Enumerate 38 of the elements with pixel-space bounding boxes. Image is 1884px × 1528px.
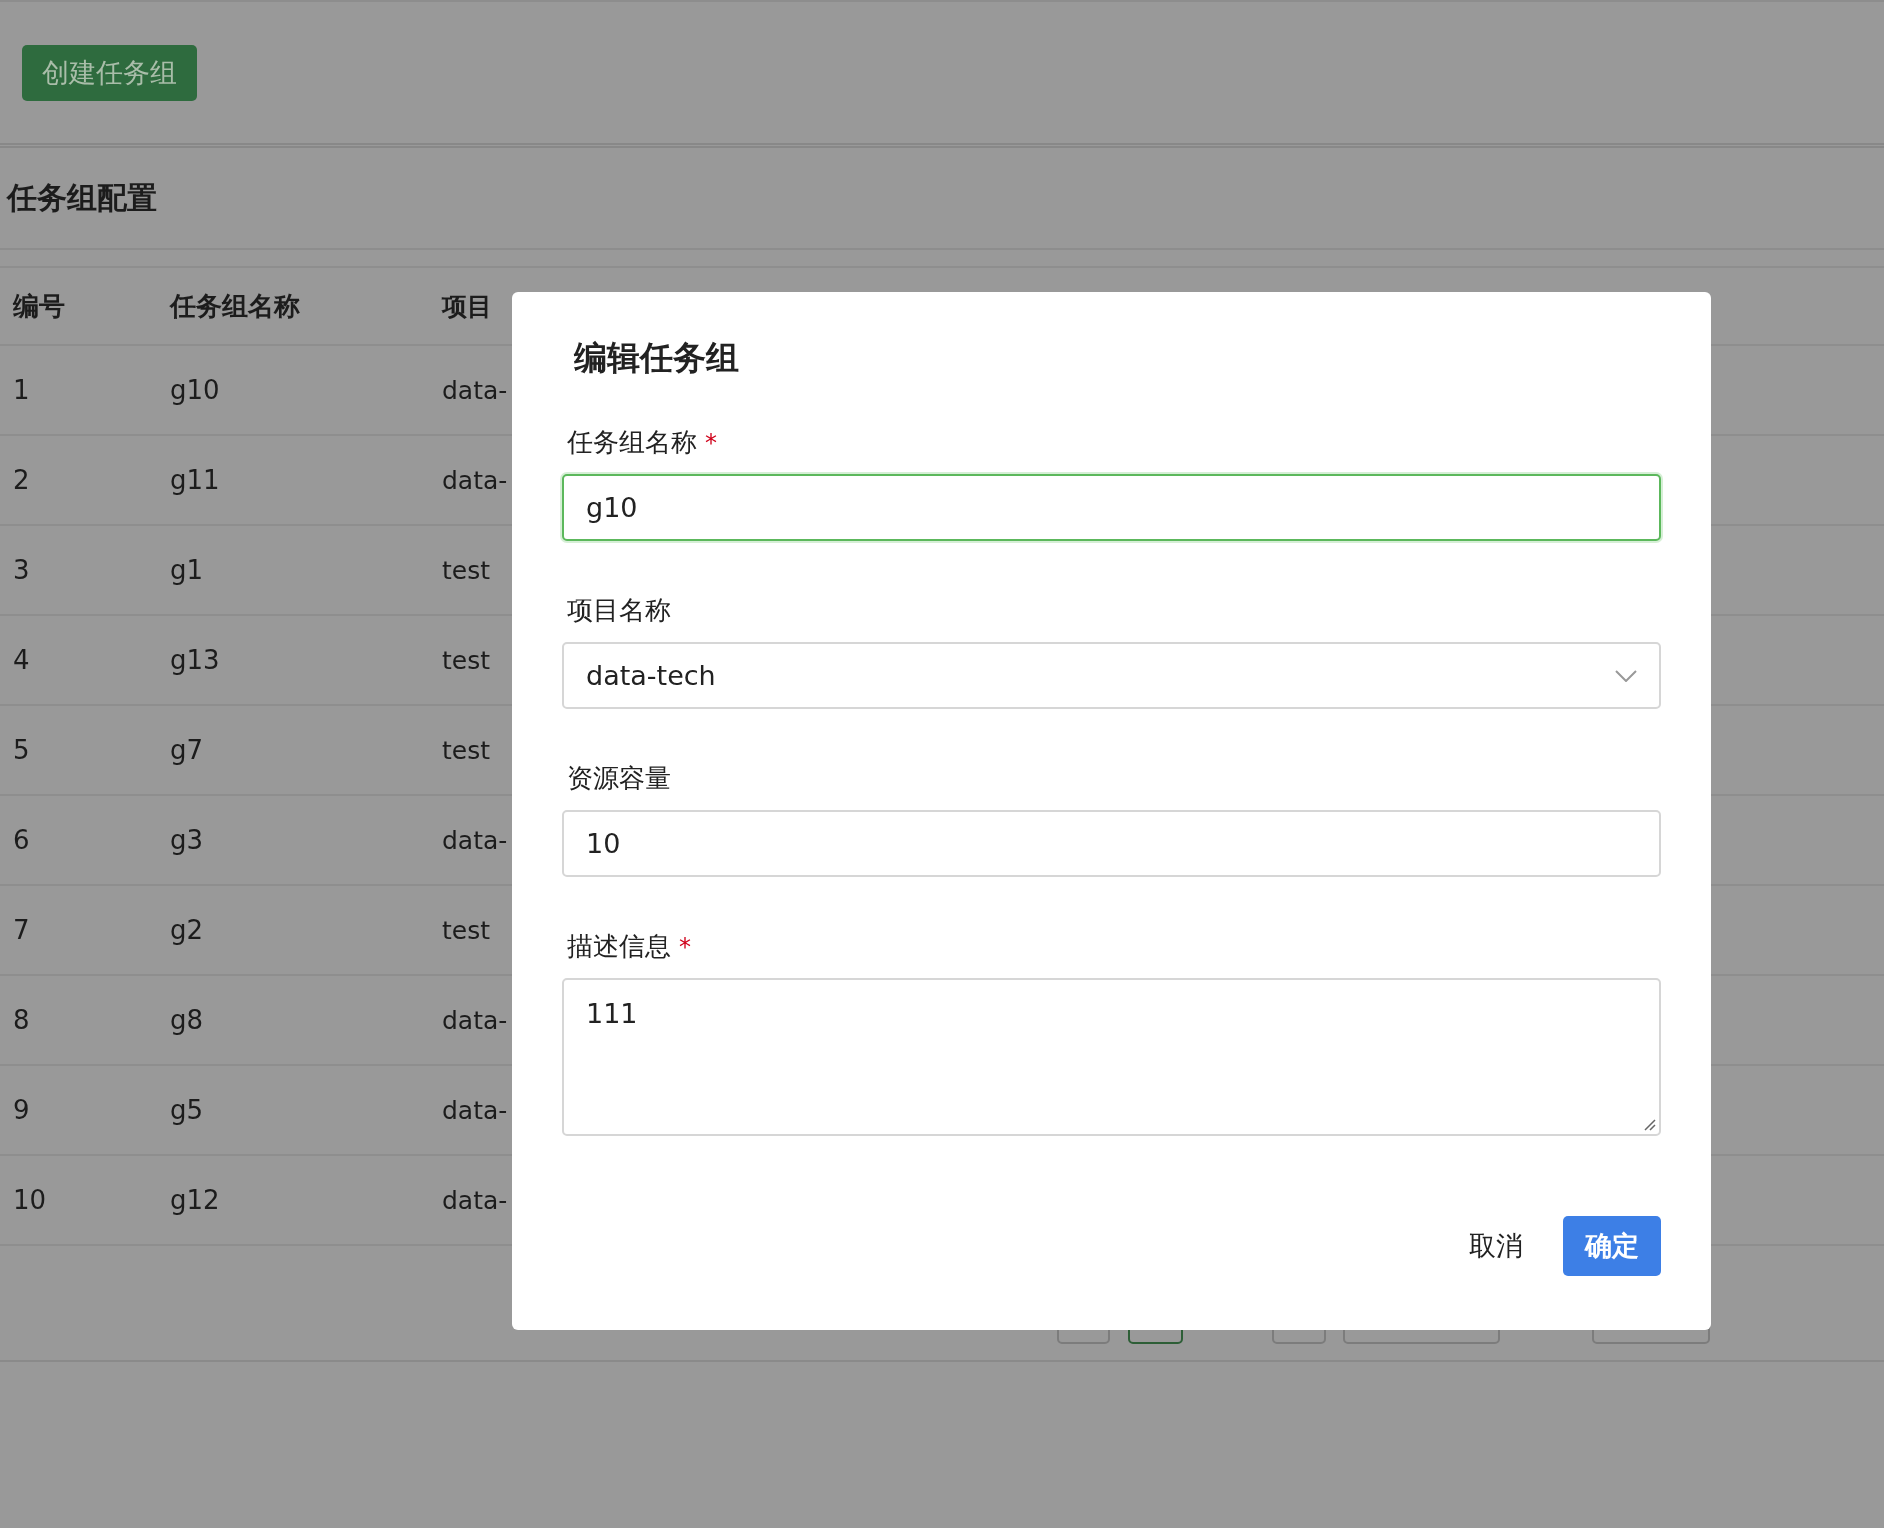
- confirm-button[interactable]: 确定: [1563, 1216, 1661, 1276]
- field-label: 任务组名称: [567, 426, 697, 459]
- select-field[interactable]: data-tech: [562, 642, 1661, 709]
- field-label: 项目名称: [567, 594, 671, 627]
- table-cell: 3: [0, 525, 157, 615]
- table-cell: 8: [0, 975, 157, 1065]
- textarea-field[interactable]: 111: [562, 978, 1661, 1136]
- dialog-title: 编辑任务组: [574, 337, 739, 379]
- table-cell: 6: [0, 795, 157, 885]
- table-cell: g8: [157, 975, 442, 1065]
- column-header: 任务组名称: [157, 267, 442, 345]
- input-field[interactable]: 10: [562, 810, 1661, 877]
- table-cell: g13: [157, 615, 442, 705]
- table-cell: g11: [157, 435, 442, 525]
- table-cell: g7: [157, 705, 442, 795]
- section-title: 任务组配置: [0, 148, 1884, 250]
- table-cell: 2: [0, 435, 157, 525]
- input-field[interactable]: g10: [562, 474, 1661, 541]
- table-cell: 7: [0, 885, 157, 975]
- table-cell: g1: [157, 525, 442, 615]
- field-label: 描述信息: [567, 930, 671, 963]
- resize-grip-icon: [1642, 1117, 1656, 1131]
- column-header: 编号: [0, 267, 157, 345]
- table-cell: 1: [0, 345, 157, 435]
- table-cell: 9: [0, 1065, 157, 1155]
- table-cell: 10: [0, 1155, 157, 1245]
- table-cell: g10: [157, 345, 442, 435]
- chevron-down-icon: [1615, 669, 1637, 682]
- table-cell: g2: [157, 885, 442, 975]
- required-mark: *: [705, 429, 717, 457]
- table-cell: 4: [0, 615, 157, 705]
- table-cell: g3: [157, 795, 442, 885]
- field-label: 资源容量: [567, 762, 671, 795]
- table-cell: 5: [0, 705, 157, 795]
- table-cell: g12: [157, 1155, 442, 1245]
- required-mark: *: [679, 933, 691, 961]
- table-cell: g5: [157, 1065, 442, 1155]
- cancel-button[interactable]: 取消: [1457, 1218, 1535, 1274]
